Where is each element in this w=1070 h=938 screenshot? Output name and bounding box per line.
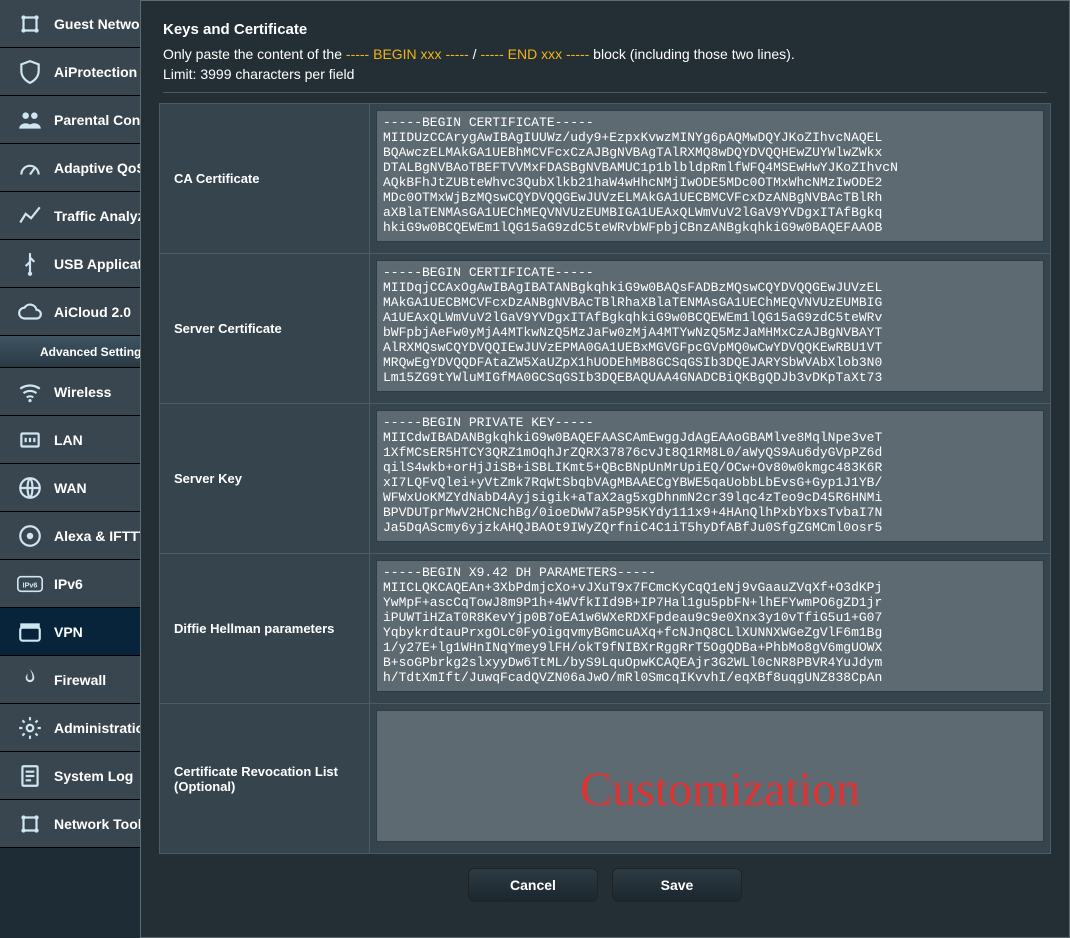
- sidebar-item-label: WAN: [54, 480, 87, 496]
- cert-textarea-2[interactable]: [376, 410, 1044, 542]
- svg-text:IPv6: IPv6: [22, 580, 37, 589]
- cert-label-2: Server Key: [160, 404, 370, 554]
- cert-field-cell-4: [370, 704, 1051, 854]
- gauge-icon: [16, 154, 44, 182]
- sidebar-item-label: Wireless: [54, 384, 111, 400]
- keys-cert-modal: Keys and Certificate Only paste the cont…: [140, 0, 1070, 938]
- cert-table: CA CertificateServer CertificateServer K…: [159, 103, 1051, 854]
- instr-mid: /: [469, 46, 481, 62]
- instr-pre: Only paste the content of the: [163, 46, 346, 62]
- sidebar-item-label: IPv6: [54, 576, 83, 592]
- modal-instruction: Only paste the content of the ----- BEGI…: [141, 46, 1069, 66]
- cert-label-0: CA Certificate: [160, 104, 370, 254]
- cloud-icon: [16, 298, 44, 326]
- net-icon: [16, 810, 44, 838]
- cert-field-cell-2: [370, 404, 1051, 554]
- instr-end-hl: ----- END xxx -----: [480, 46, 589, 62]
- ipv6-icon: IPv6: [16, 570, 44, 598]
- cert-field-cell-1: [370, 254, 1051, 404]
- vpn-icon: [16, 618, 44, 646]
- graph-icon: [16, 202, 44, 230]
- cert-textarea-1[interactable]: [376, 260, 1044, 392]
- cancel-button[interactable]: Cancel: [468, 868, 598, 902]
- cert-textarea-0[interactable]: [376, 110, 1044, 242]
- modal-divider: [163, 92, 1047, 93]
- wifi-icon: [16, 378, 44, 406]
- family-icon: [16, 106, 44, 134]
- net-icon: [16, 10, 44, 38]
- sidebar-item-label: Firewall: [54, 672, 106, 688]
- modal-limit: Limit: 3999 characters per field: [141, 66, 1069, 92]
- sidebar-item-label: Adaptive QoS: [54, 160, 146, 176]
- cert-label-3: Diffie Hellman parameters: [160, 554, 370, 704]
- alexa-icon: [16, 522, 44, 550]
- sidebar-item-label: Administration: [54, 720, 153, 736]
- sidebar-item-label: Guest Network: [54, 16, 153, 32]
- sidebar-item-label: VPN: [54, 624, 83, 640]
- modal-title: Keys and Certificate: [141, 1, 1069, 46]
- sidebar-item-label: Network Tools: [54, 816, 149, 832]
- sidebar-item-label: AiCloud 2.0: [54, 304, 131, 320]
- instr-post: block (including those two lines).: [589, 46, 794, 62]
- usb-icon: [16, 250, 44, 278]
- globe-icon: [16, 474, 44, 502]
- cert-textarea-4[interactable]: [376, 710, 1044, 842]
- cert-label-1: Server Certificate: [160, 254, 370, 404]
- lan-icon: [16, 426, 44, 454]
- cert-textarea-3[interactable]: [376, 560, 1044, 692]
- instr-begin-hl: ----- BEGIN xxx -----: [346, 46, 469, 62]
- modal-buttons: Cancel Save: [141, 854, 1069, 914]
- save-button[interactable]: Save: [612, 868, 742, 902]
- fire-icon: [16, 666, 44, 694]
- cert-field-cell-3: [370, 554, 1051, 704]
- cert-field-cell-0: [370, 104, 1051, 254]
- sidebar-item-label: AiProtection: [54, 64, 137, 80]
- sidebar-item-label: Alexa & IFTTT: [54, 528, 147, 544]
- log-icon: [16, 762, 44, 790]
- gear-icon: [16, 714, 44, 742]
- sidebar-item-label: LAN: [54, 432, 83, 448]
- cert-label-4: Certificate Revocation List (Optional): [160, 704, 370, 854]
- sidebar-item-label: System Log: [54, 768, 133, 784]
- shield-icon: [16, 58, 44, 86]
